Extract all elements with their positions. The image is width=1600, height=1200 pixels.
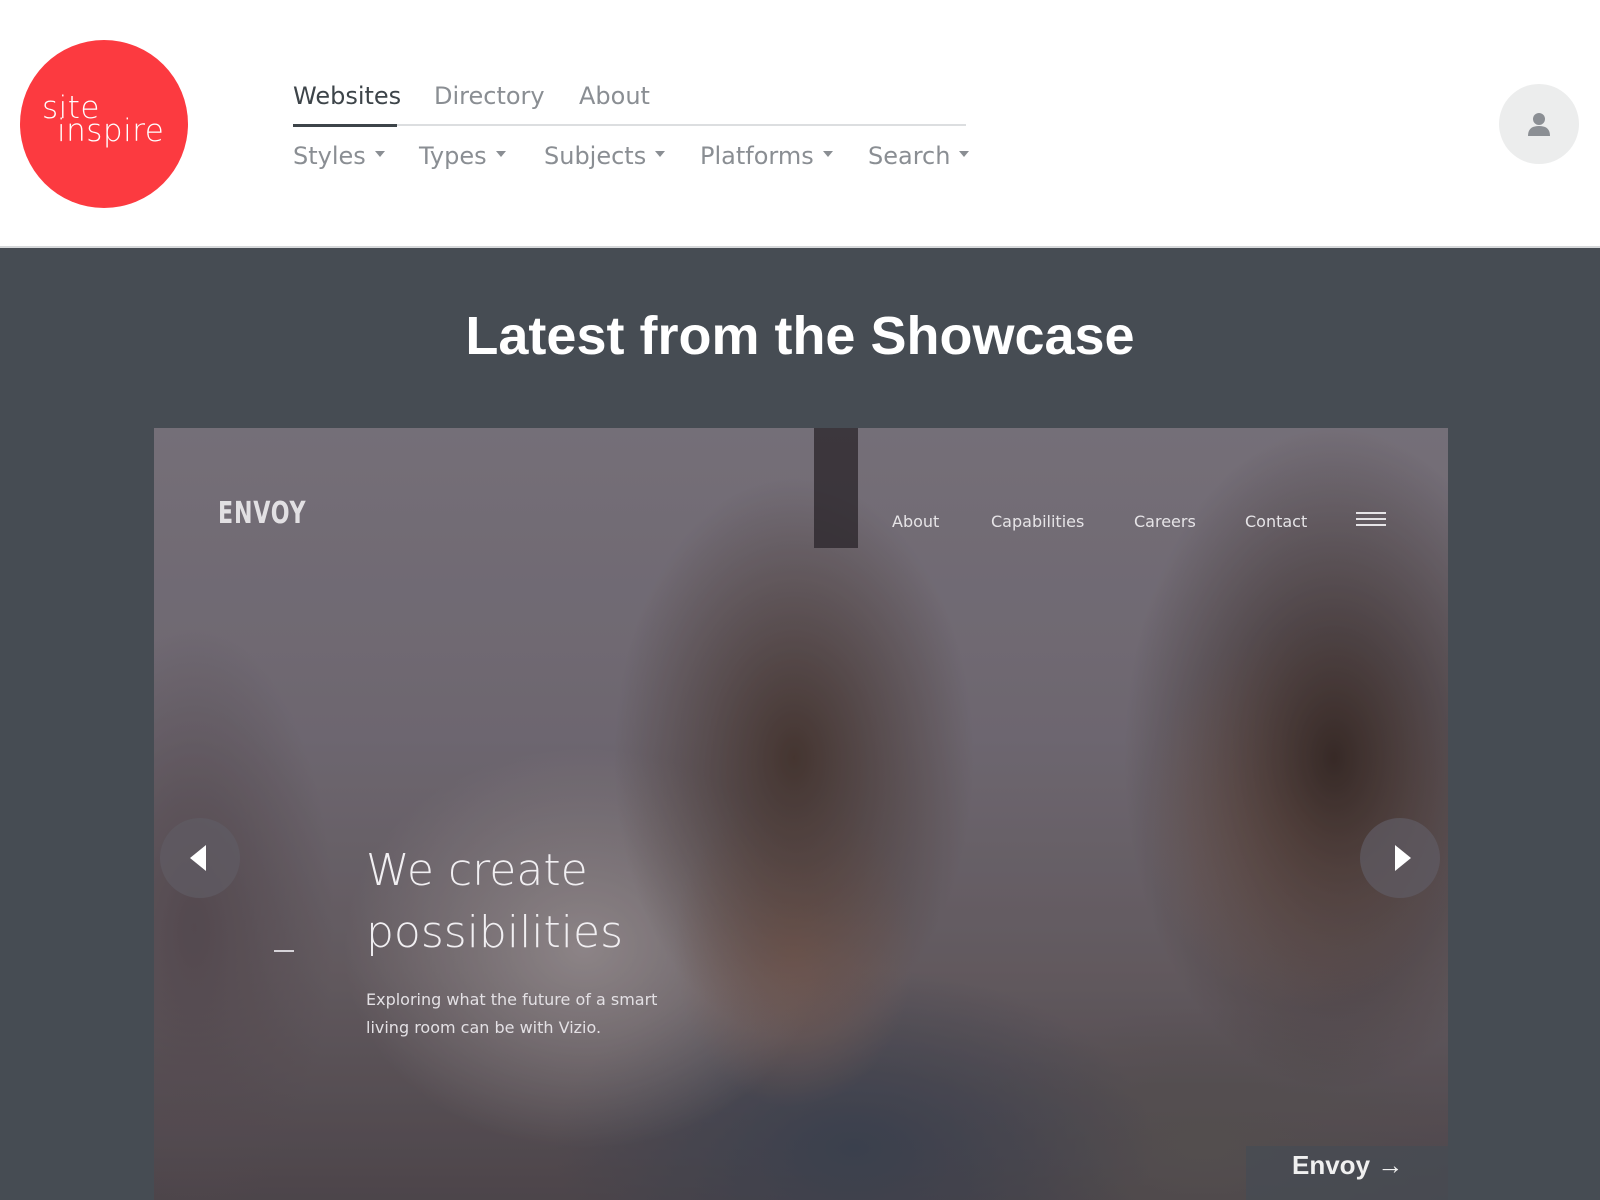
- chevron-left-icon: [190, 845, 206, 871]
- hero-subtext-line2: living room can be with Vizio.: [366, 1018, 602, 1037]
- types-dropdown[interactable]: Types: [419, 138, 506, 174]
- showcase-title: Latest from the Showcase: [465, 306, 1135, 366]
- styles-dropdown[interactable]: Styles: [293, 138, 385, 174]
- envoy-nav-contact: Contact: [1245, 512, 1308, 531]
- envoy-nav-capabilities: Capabilities: [991, 512, 1085, 531]
- primary-nav: Websites Directory About: [293, 76, 966, 127]
- envoy-nav-about: About: [892, 512, 940, 531]
- platforms-label: Platforms: [700, 142, 814, 170]
- tab-websites[interactable]: Websites: [293, 76, 401, 127]
- hero-subtext-line1: Exploring what the future of a smart: [366, 990, 658, 1009]
- hero-heading: We create possibilities: [366, 840, 866, 964]
- envoy-logo: ENVOY: [218, 496, 307, 531]
- showcase-caption-link[interactable]: Envoy →: [1246, 1146, 1448, 1200]
- hamburger-icon: [1356, 512, 1386, 530]
- caret-down-icon: [374, 151, 385, 157]
- subjects-label: Subjects: [544, 142, 647, 170]
- user-icon: [1528, 113, 1550, 136]
- logo-text-inspire: inspire: [57, 113, 165, 149]
- showcase-section: Latest from the Showcase ENVOY About Cap…: [0, 248, 1600, 1200]
- tab-directory[interactable]: Directory: [434, 76, 545, 126]
- styles-label: Styles: [293, 142, 366, 170]
- site-header: site inspire Websites Directory About St…: [0, 0, 1600, 248]
- filter-nav: Styles Types Subjects Platforms Search: [293, 138, 993, 174]
- caret-down-icon: [655, 151, 666, 157]
- slide-overlay: [154, 428, 1448, 1200]
- caret-down-icon: [959, 151, 970, 157]
- previous-slide-button[interactable]: [160, 818, 240, 898]
- tab-about[interactable]: About: [579, 76, 650, 126]
- slide-dash-decoration: [274, 950, 294, 952]
- subjects-dropdown[interactable]: Subjects: [544, 138, 666, 174]
- next-slide-button[interactable]: [1360, 818, 1440, 898]
- platforms-dropdown[interactable]: Platforms: [700, 138, 833, 174]
- account-button[interactable]: [1499, 84, 1579, 164]
- caret-down-icon: [822, 151, 833, 157]
- search-label: Search: [868, 142, 951, 170]
- hero-heading-line2: possibilities: [366, 907, 623, 958]
- siteinspire-logo[interactable]: site inspire: [20, 40, 188, 208]
- hero-subtext: Exploring what the future of a smart liv…: [366, 986, 696, 1042]
- hero-heading-line1: We create: [366, 845, 588, 896]
- types-label: Types: [419, 142, 487, 170]
- chevron-right-icon: [1395, 845, 1411, 871]
- envoy-nav-careers: Careers: [1134, 512, 1196, 531]
- caret-down-icon: [495, 151, 506, 157]
- showcase-slide-image[interactable]: ENVOY About Capabilities Careers Contact…: [154, 428, 1448, 1200]
- search-dropdown[interactable]: Search: [868, 138, 970, 174]
